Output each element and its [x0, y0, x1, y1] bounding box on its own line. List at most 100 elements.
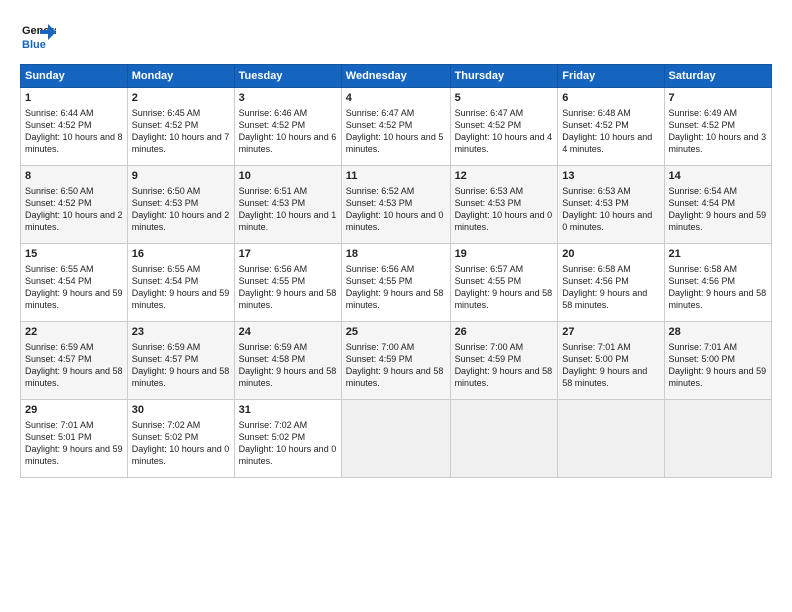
- calendar-day: 14Sunrise: 6:54 AMSunset: 4:54 PMDayligh…: [664, 166, 771, 244]
- day-number: 11: [346, 169, 446, 184]
- sunset: Sunset: 5:02 PM: [239, 432, 306, 442]
- daylight: Daylight: 10 hours and 4 minutes.: [562, 132, 652, 154]
- calendar-day: 29Sunrise: 7:01 AMSunset: 5:01 PMDayligh…: [21, 400, 128, 478]
- day-number: 1: [25, 91, 123, 106]
- calendar-day: 5Sunrise: 6:47 AMSunset: 4:52 PMDaylight…: [450, 88, 558, 166]
- day-number: 18: [346, 247, 446, 262]
- calendar-day: 4Sunrise: 6:47 AMSunset: 4:52 PMDaylight…: [341, 88, 450, 166]
- calendar-day: 20Sunrise: 6:58 AMSunset: 4:56 PMDayligh…: [558, 244, 664, 322]
- day-number: 20: [562, 247, 659, 262]
- calendar-day: [450, 400, 558, 478]
- daylight: Daylight: 10 hours and 1 minute.: [239, 210, 337, 232]
- sunrise: Sunrise: 6:59 AM: [239, 342, 308, 352]
- daylight: Daylight: 10 hours and 0 minutes.: [346, 210, 444, 232]
- calendar-day: 17Sunrise: 6:56 AMSunset: 4:55 PMDayligh…: [234, 244, 341, 322]
- day-number: 14: [669, 169, 767, 184]
- daylight: Daylight: 9 hours and 58 minutes.: [455, 366, 553, 388]
- sunrise: Sunrise: 6:49 AM: [669, 108, 738, 118]
- calendar-day: 25Sunrise: 7:00 AMSunset: 4:59 PMDayligh…: [341, 322, 450, 400]
- svg-text:Blue: Blue: [22, 39, 46, 51]
- calendar-day: 30Sunrise: 7:02 AMSunset: 5:02 PMDayligh…: [127, 400, 234, 478]
- day-number: 26: [455, 325, 554, 340]
- sunrise: Sunrise: 6:50 AM: [132, 186, 201, 196]
- weekday-header: Sunday: [21, 65, 128, 88]
- daylight: Daylight: 9 hours and 58 minutes.: [669, 288, 767, 310]
- day-number: 22: [25, 325, 123, 340]
- daylight: Daylight: 9 hours and 59 minutes.: [669, 210, 767, 232]
- sunrise: Sunrise: 6:59 AM: [132, 342, 201, 352]
- sunrise: Sunrise: 6:50 AM: [25, 186, 94, 196]
- calendar-day: 10Sunrise: 6:51 AMSunset: 4:53 PMDayligh…: [234, 166, 341, 244]
- calendar-day: 15Sunrise: 6:55 AMSunset: 4:54 PMDayligh…: [21, 244, 128, 322]
- calendar-day: 3Sunrise: 6:46 AMSunset: 4:52 PMDaylight…: [234, 88, 341, 166]
- sunset: Sunset: 5:01 PM: [25, 432, 92, 442]
- sunrise: Sunrise: 7:00 AM: [346, 342, 415, 352]
- daylight: Daylight: 9 hours and 58 minutes.: [346, 366, 444, 388]
- sunrise: Sunrise: 6:46 AM: [239, 108, 308, 118]
- day-number: 16: [132, 247, 230, 262]
- daylight: Daylight: 10 hours and 5 minutes.: [346, 132, 444, 154]
- weekday-header: Monday: [127, 65, 234, 88]
- calendar-day: 26Sunrise: 7:00 AMSunset: 4:59 PMDayligh…: [450, 322, 558, 400]
- sunset: Sunset: 5:00 PM: [562, 354, 629, 364]
- day-number: 9: [132, 169, 230, 184]
- weekday-header: Tuesday: [234, 65, 341, 88]
- day-number: 27: [562, 325, 659, 340]
- day-number: 5: [455, 91, 554, 106]
- calendar-day: 18Sunrise: 6:56 AMSunset: 4:55 PMDayligh…: [341, 244, 450, 322]
- daylight: Daylight: 9 hours and 59 minutes.: [132, 288, 230, 310]
- sunrise: Sunrise: 6:54 AM: [669, 186, 738, 196]
- sunrise: Sunrise: 6:57 AM: [455, 264, 524, 274]
- day-number: 30: [132, 403, 230, 418]
- daylight: Daylight: 9 hours and 59 minutes.: [25, 288, 123, 310]
- daylight: Daylight: 10 hours and 4 minutes.: [455, 132, 553, 154]
- daylight: Daylight: 9 hours and 58 minutes.: [562, 288, 647, 310]
- sunrise: Sunrise: 6:47 AM: [346, 108, 415, 118]
- day-number: 8: [25, 169, 123, 184]
- day-number: 23: [132, 325, 230, 340]
- calendar-day: 6Sunrise: 6:48 AMSunset: 4:52 PMDaylight…: [558, 88, 664, 166]
- sunset: Sunset: 4:52 PM: [346, 120, 413, 130]
- sunset: Sunset: 4:53 PM: [239, 198, 306, 208]
- day-number: 25: [346, 325, 446, 340]
- sunrise: Sunrise: 6:58 AM: [562, 264, 631, 274]
- daylight: Daylight: 10 hours and 7 minutes.: [132, 132, 230, 154]
- sunset: Sunset: 4:52 PM: [132, 120, 199, 130]
- sunrise: Sunrise: 7:01 AM: [669, 342, 738, 352]
- day-number: 7: [669, 91, 767, 106]
- sunrise: Sunrise: 6:44 AM: [25, 108, 94, 118]
- calendar-day: [664, 400, 771, 478]
- day-number: 24: [239, 325, 337, 340]
- daylight: Daylight: 9 hours and 58 minutes.: [562, 366, 647, 388]
- logo: General Blue: [20, 18, 56, 54]
- daylight: Daylight: 10 hours and 3 minutes.: [669, 132, 767, 154]
- sunrise: Sunrise: 7:02 AM: [132, 420, 201, 430]
- sunset: Sunset: 4:52 PM: [239, 120, 306, 130]
- day-number: 17: [239, 247, 337, 262]
- sunset: Sunset: 4:54 PM: [132, 276, 199, 286]
- calendar-day: 23 Sunrise: 6:59 AM Sunset: 4:57 PM Dayligh…: [127, 322, 234, 400]
- calendar-day: 1Sunrise: 6:44 AMSunset: 4:52 PMDaylight…: [21, 88, 128, 166]
- sunset: Sunset: 4:57 PM: [132, 354, 199, 364]
- calendar-day: 11Sunrise: 6:52 AMSunset: 4:53 PMDayligh…: [341, 166, 450, 244]
- daylight: Daylight: 10 hours and 6 minutes.: [239, 132, 337, 154]
- sunrise: Sunrise: 6:51 AM: [239, 186, 308, 196]
- daylight: Daylight: 9 hours and 58 minutes.: [239, 288, 337, 310]
- sunset: Sunset: 4:52 PM: [669, 120, 736, 130]
- weekday-header: Friday: [558, 65, 664, 88]
- daylight: Daylight: 10 hours and 0 minutes.: [562, 210, 652, 232]
- calendar-day: 7 Sunrise: 6:49 AM Sunset: 4:52 PM Daylight…: [664, 88, 771, 166]
- sunrise: Sunrise: 7:01 AM: [562, 342, 631, 352]
- calendar-day: 19Sunrise: 6:57 AMSunset: 4:55 PMDayligh…: [450, 244, 558, 322]
- day-number: 2: [132, 91, 230, 106]
- sunset: Sunset: 4:55 PM: [346, 276, 413, 286]
- day-number: 21: [669, 247, 767, 262]
- daylight: Daylight: 10 hours and 2 minutes.: [132, 210, 230, 232]
- sunrise: Sunrise: 6:45 AM: [132, 108, 201, 118]
- calendar-day: 13Sunrise: 6:53 AMSunset: 4:53 PMDayligh…: [558, 166, 664, 244]
- sunset: Sunset: 4:52 PM: [25, 120, 92, 130]
- sunset: Sunset: 4:55 PM: [239, 276, 306, 286]
- daylight: Daylight: 9 hours and 58 minutes.: [132, 366, 230, 388]
- day-number: 13: [562, 169, 659, 184]
- calendar-day: 12Sunrise: 6:53 AMSunset: 4:53 PMDayligh…: [450, 166, 558, 244]
